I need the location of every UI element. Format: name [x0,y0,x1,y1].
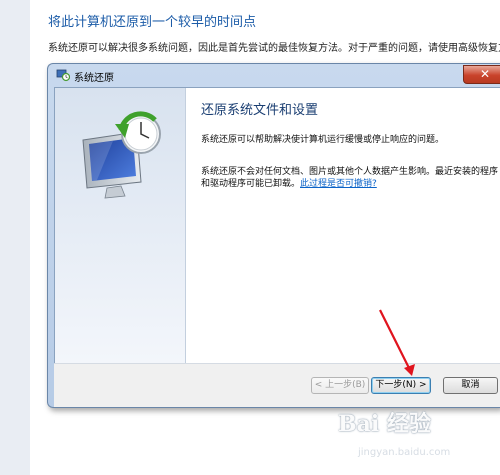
dialog-title: 系统还原 [74,73,114,84]
system-restore-icon [56,69,70,82]
baidu-jingyan-watermark: Bai 经验 jingyan.baidu.com [330,404,500,475]
watermark-url: jingyan.baidu.com [358,447,451,458]
page-description: 系统还原可以解决很多系统问题，因此是首先尝试的最佳恢复方法。对于严重的问题，请使… [48,43,500,54]
cancel-button[interactable]: 取消 [443,377,498,394]
dialog-heading: 还原系统文件和设置 [201,103,319,118]
close-icon: ✕ [479,67,491,81]
monitor-clock-icon [82,111,161,199]
side-panel [55,88,186,363]
left-gray-strip [0,0,30,475]
dialog-titlebar[interactable]: 系统还原 ✕ [48,64,500,86]
next-button[interactable]: 下一步(N) > [371,377,431,394]
description-text-1: 系统还原可以帮助解决使计算机运行缓慢或停止响应的问题。 [201,135,445,145]
dialog-footer: < 上一步(B) 下一步(N) > 取消 [54,363,500,407]
page-title: 将此计算机还原到一个较早的时间点 [48,15,257,30]
close-button[interactable]: ✕ [463,65,500,84]
back-button[interactable]: < 上一步(B) [311,377,369,394]
description-text-2: 系统还原不会对任何文档、图片或其他个人数据产生影响。最近安装的程序和驱动程序可能… [201,166,500,190]
watermark-text: Bai 经验 [338,411,431,437]
system-restore-dialog: 系统还原 ✕ 还原系统文件和设置 系统还原可以帮助解决使计算机运行缓慢或停止响应… [47,63,500,408]
dialog-content: 还原系统文件和设置 系统还原可以帮助解决使计算机运行缓慢或停止响应的问题。 系统… [54,87,500,364]
undo-info-link[interactable]: 此过程是否可撤销? [300,179,377,189]
